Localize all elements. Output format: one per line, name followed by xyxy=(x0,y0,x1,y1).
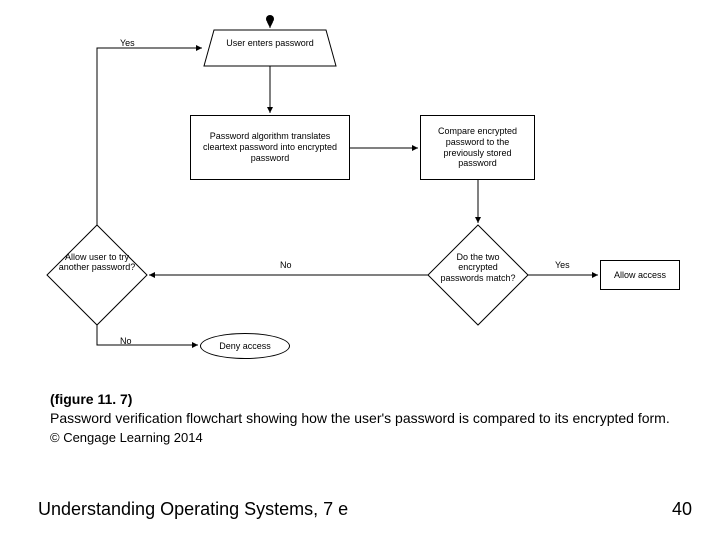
figure-number: (figure 11. 7) xyxy=(50,391,132,407)
allow-access-label: Allow access xyxy=(614,270,666,281)
connectors xyxy=(0,0,720,380)
retry-decision-label: Allow user to try another password? xyxy=(57,252,137,273)
flowchart-canvas: User enters password Password algorithm … xyxy=(0,0,720,540)
page-number: 40 xyxy=(672,499,692,520)
start-dot xyxy=(266,15,274,23)
book-title: Understanding Operating Systems, 7 e xyxy=(38,499,348,520)
edge-label-yes-allow: Yes xyxy=(555,260,570,270)
encrypt-node-label: Password algorithm translates cleartext … xyxy=(195,131,345,163)
encrypt-node: Password algorithm translates cleartext … xyxy=(190,115,350,180)
edge-label-no-retry: No xyxy=(280,260,292,270)
input-node-label: User enters password xyxy=(215,38,325,48)
compare-node-label: Compare encrypted password to the previo… xyxy=(425,126,530,169)
compare-node: Compare encrypted password to the previo… xyxy=(420,115,535,180)
edge-label-yes-loop: Yes xyxy=(120,38,135,48)
match-decision-label: Do the two encrypted passwords match? xyxy=(438,252,518,283)
deny-access-label: Deny access xyxy=(219,341,271,352)
edge-label-no-deny: No xyxy=(120,336,132,346)
figure-copyright: © Cengage Learning 2014 xyxy=(50,430,203,445)
figure-caption: (figure 11. 7) Password verification flo… xyxy=(50,390,670,447)
allow-access-node: Allow access xyxy=(600,260,680,290)
figure-text: Password verification flowchart showing … xyxy=(50,410,670,426)
deny-access-node: Deny access xyxy=(200,333,290,359)
